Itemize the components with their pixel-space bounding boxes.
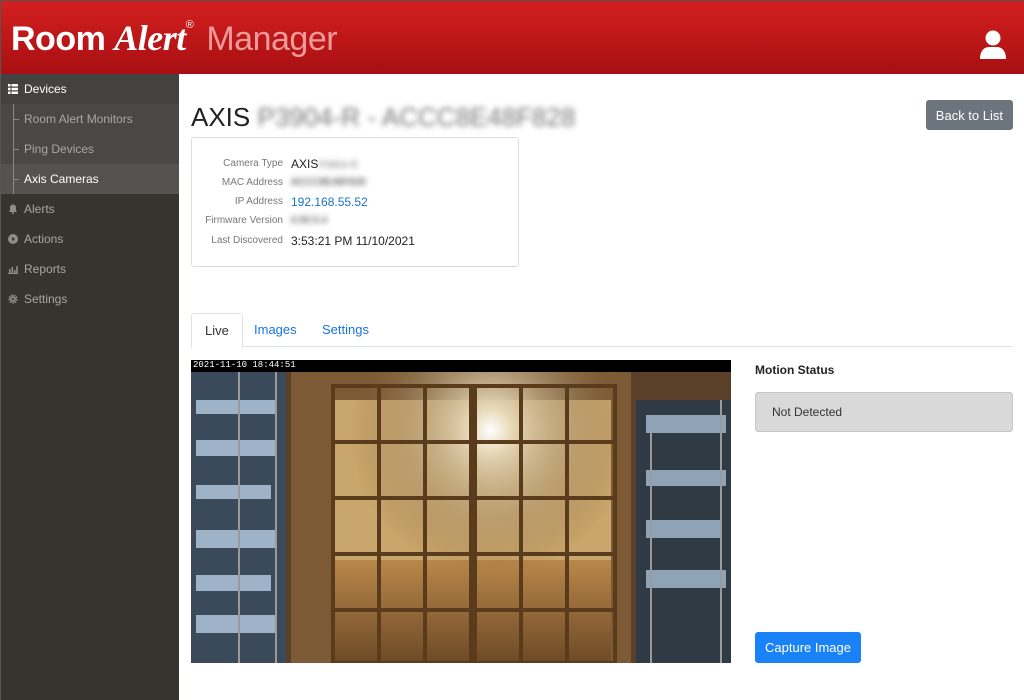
camera-type-model: P3904-R bbox=[318, 160, 358, 171]
logo-word-alert: Alert bbox=[114, 18, 186, 58]
top-header-bar: Room Alert® Manager bbox=[1, 1, 1024, 74]
sidebar-item-label: Settings bbox=[24, 292, 68, 306]
camera-info-card: Camera Type AXISP3904-R MAC Address ACCC… bbox=[191, 137, 519, 267]
tab-live[interactable]: Live bbox=[191, 313, 243, 348]
tab-settings[interactable]: Settings bbox=[309, 313, 382, 347]
sidebar: Devices Room Alert Monitors Ping Devices… bbox=[1, 74, 179, 700]
main-content: AXIS P3904-R - ACCC8E48F828 Back to List… bbox=[179, 74, 1024, 700]
sidebar-item-reports[interactable]: Reports bbox=[1, 254, 179, 284]
sidebar-item-label: Reports bbox=[24, 262, 67, 276]
sidebar-item-label: Devices bbox=[24, 82, 67, 96]
firmware-version-value: 6.50.5.4 bbox=[291, 215, 328, 226]
ip-address-label: IP Address bbox=[234, 196, 283, 207]
mac-address-value: ACCC8E48F828 bbox=[291, 177, 366, 188]
sidebar-item-alerts[interactable]: Alerts bbox=[1, 194, 179, 224]
page-title: AXIS P3904-R - ACCC8E48F828 bbox=[191, 102, 575, 133]
last-discovered-value: 3:53:21 PM 11/10/2021 bbox=[291, 234, 415, 248]
gear-icon bbox=[8, 294, 18, 304]
sidebar-item-label: Ping Devices bbox=[24, 142, 95, 156]
list-icon bbox=[8, 84, 18, 94]
page-title-brand: AXIS bbox=[191, 102, 251, 132]
play-circle-icon bbox=[8, 234, 18, 244]
sidebar-item-label: Axis Cameras bbox=[24, 172, 99, 186]
app-logo[interactable]: Room Alert® Manager bbox=[11, 17, 338, 59]
feed-timestamp: 2021-11-10 18:44:51 bbox=[193, 360, 296, 370]
ip-address-link[interactable]: 192.168.55.52 bbox=[291, 193, 368, 211]
mac-address-label: MAC Address bbox=[221, 177, 283, 188]
sidebar-item-label: Room Alert Monitors bbox=[24, 112, 133, 126]
logo-word-manager: Manager bbox=[206, 20, 338, 58]
bar-chart-icon bbox=[8, 266, 18, 274]
logo-word-room: Room bbox=[11, 20, 106, 58]
sidebar-item-label: Alerts bbox=[24, 202, 55, 216]
motion-status-value: Not Detected bbox=[755, 392, 1013, 432]
tab-images[interactable]: Images bbox=[241, 313, 310, 347]
live-camera-feed: 2021-11-10 18:44:51 bbox=[191, 360, 731, 663]
last-discovered-label: Last Discovered bbox=[211, 235, 283, 246]
logo-registered-mark: ® bbox=[185, 19, 194, 31]
firmware-version-label: Firmware Version bbox=[205, 215, 283, 226]
sidebar-item-label: Actions bbox=[24, 232, 64, 246]
devices-submenu: Room Alert Monitors Ping Devices Axis Ca… bbox=[1, 104, 179, 194]
sidebar-item-devices[interactable]: Devices bbox=[1, 74, 179, 104]
back-to-list-button[interactable]: Back to List bbox=[925, 100, 1013, 130]
page-title-model: P3904-R - ACCC8E48F828 bbox=[257, 102, 576, 132]
camera-type-brand: AXIS bbox=[291, 157, 319, 171]
camera-type-value: AXISP3904-R bbox=[291, 155, 358, 175]
camera-type-label: Camera Type bbox=[223, 158, 283, 169]
user-icon[interactable] bbox=[979, 29, 1007, 61]
sidebar-subitem-ping-devices[interactable]: Ping Devices bbox=[1, 134, 179, 164]
motion-status-label: Motion Status bbox=[755, 363, 835, 377]
capture-image-button[interactable]: Capture Image bbox=[755, 632, 861, 663]
sidebar-subitem-axis-cameras[interactable]: Axis Cameras bbox=[1, 164, 179, 194]
camera-tabs: Live Images Settings bbox=[191, 313, 1013, 348]
bell-icon bbox=[8, 204, 18, 214]
sidebar-item-actions[interactable]: Actions bbox=[1, 224, 179, 254]
camera-image bbox=[191, 360, 731, 663]
sidebar-item-settings[interactable]: Settings bbox=[1, 284, 179, 314]
sidebar-subitem-room-alert-monitors[interactable]: Room Alert Monitors bbox=[1, 104, 179, 134]
